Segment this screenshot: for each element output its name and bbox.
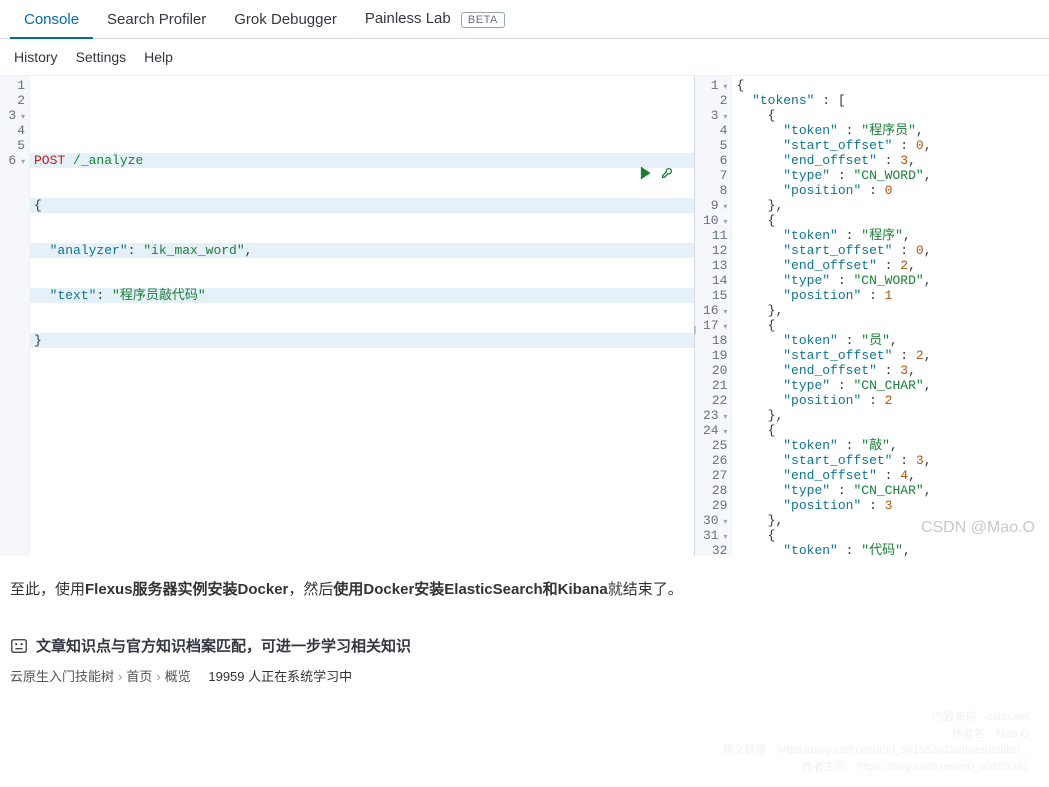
subnav-history[interactable]: History xyxy=(14,49,58,65)
tab-search-profiler[interactable]: Search Profiler xyxy=(93,1,220,38)
article-paragraph: 至此，使用Flexus服务器实例安装Docker，然后使用Docker安装Ela… xyxy=(0,556,1049,623)
console-subnav: History Settings Help xyxy=(0,39,1049,76)
request-pane[interactable]: 1 2 3 4 5 6 POST /_analyze { "analyzer":… xyxy=(0,76,695,556)
request-code[interactable]: POST /_analyze { "analyzer": "ik_max_wor… xyxy=(30,76,694,556)
tab-painless-label: Painless Lab xyxy=(365,10,451,27)
pane-resize-handle[interactable]: ‖ xyxy=(689,316,701,346)
knowledge-title: 文章知识点与官方知识档案匹配，可进一步学习相关知识 xyxy=(36,635,411,656)
editor-area: 1 2 3 4 5 6 POST /_analyze { "analyzer":… xyxy=(0,76,1049,556)
breadcrumb-overview[interactable]: 概览 xyxy=(165,669,191,684)
response-pane[interactable]: ‖ 12345678910111213141516171819202122232… xyxy=(695,76,1049,556)
watermark-text: CSDN @Mao.O xyxy=(921,519,1035,537)
response-code: { "tokens" : [ { "token" : "程序员", "start… xyxy=(732,76,1049,556)
breadcrumb: 云原生入门技能树›首页›概览 19959 人正在系统学习中 xyxy=(0,662,1049,705)
beta-badge: BETA xyxy=(461,12,505,28)
play-icon[interactable] xyxy=(638,166,652,184)
tab-grok-debugger[interactable]: Grok Debugger xyxy=(220,1,351,38)
tab-painless-lab[interactable]: Painless Lab BETA xyxy=(351,0,519,38)
subnav-settings[interactable]: Settings xyxy=(76,49,127,65)
tab-console[interactable]: Console xyxy=(10,1,93,38)
learner-count: 19959 人正在系统学习中 xyxy=(208,669,352,684)
dev-tools-tabs: Console Search Profiler Grok Debugger Pa… xyxy=(0,0,1049,39)
request-actions xyxy=(638,166,674,184)
breadcrumb-root[interactable]: 云原生入门技能树 xyxy=(10,669,114,684)
subnav-help[interactable]: Help xyxy=(144,49,173,65)
knowledge-icon xyxy=(10,637,28,655)
wrench-icon[interactable] xyxy=(660,166,674,184)
footer-meta: 内容来自 csdn.net 作者名 Mao.O 原文链接 https://blo… xyxy=(0,705,1049,787)
knowledge-bar: 文章知识点与官方知识档案匹配，可进一步学习相关知识 xyxy=(0,623,1049,662)
request-gutter: 1 2 3 4 5 6 xyxy=(0,76,30,556)
breadcrumb-home[interactable]: 首页 xyxy=(126,669,152,684)
